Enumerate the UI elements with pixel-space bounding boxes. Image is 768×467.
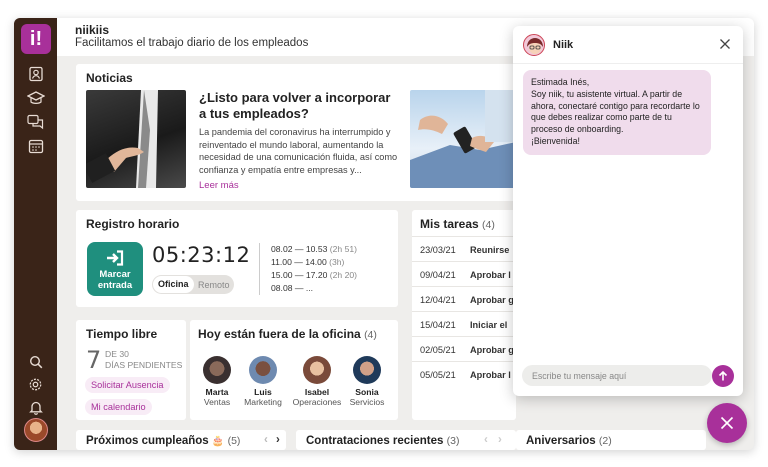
task-row[interactable]: 02/05/21 Aprobar g: [412, 336, 516, 361]
chat-message-input[interactable]: [522, 365, 712, 386]
gear-icon[interactable]: [26, 375, 45, 394]
login-arrow-icon: [106, 250, 124, 266]
task-row[interactable]: 15/04/21 Iniciar el: [412, 311, 516, 336]
my-tasks-header: Mis tareas (4): [420, 217, 495, 231]
news-headline[interactable]: ¿Listo para volver a incorporar a tus em…: [199, 90, 399, 122]
time-off-card: Tiempo libre 7 DE 30 DÍAS PENDIENTES Sol…: [76, 320, 186, 420]
task-row[interactable]: 09/04/21 Aprobar l: [412, 261, 516, 286]
out-of-office-header: Hoy están fuera de la oficina (4): [198, 327, 377, 341]
shift-entry: 08.02 — 10.53 (2h 51): [271, 244, 358, 254]
chevron-left-icon[interactable]: ‹: [484, 434, 488, 446]
bot-name: Niik: [553, 39, 574, 51]
person-card[interactable]: Luis Marketing: [236, 356, 290, 408]
shift-entry: 08.08 — ...: [271, 283, 314, 293]
time-off-title: Tiempo libre: [86, 327, 158, 341]
chevron-left-icon[interactable]: ‹: [264, 434, 268, 446]
mode-remote-option[interactable]: Remoto: [194, 280, 235, 290]
close-icon: [720, 416, 734, 430]
shift-entry: 15.00 — 17.20 (2h 20): [271, 270, 358, 280]
shift-list: 08.02 — 10.53 (2h 51) 11.00 — 14.00 (3h)…: [259, 243, 357, 295]
close-icon[interactable]: [717, 36, 733, 52]
request-leave-button[interactable]: Solicitar Ausencia: [85, 377, 170, 393]
chat-header: Niik: [513, 26, 743, 64]
news-image-phone[interactable]: [410, 90, 516, 188]
birthdays-card[interactable]: Próximos cumpleaños 🎂 (5) ‹ ›: [76, 430, 286, 450]
org-name: niikiis: [75, 23, 110, 37]
news-card: Noticias ¿Listo para volver a incorporar…: [76, 64, 516, 201]
search-icon[interactable]: [26, 352, 45, 371]
user-avatar[interactable]: [24, 418, 48, 442]
profile-icon[interactable]: [26, 64, 45, 83]
chat-toggle-button[interactable]: [707, 403, 747, 443]
work-mode-toggle[interactable]: Oficina Remoto: [152, 275, 234, 294]
news-image-handshake[interactable]: [86, 90, 186, 188]
elapsed-timer: 05:23:12: [152, 243, 251, 267]
shift-entry: 11.00 — 14.00 (3h): [271, 257, 345, 267]
my-tasks-card: Mis tareas (4) 23/03/21 Reunirse 09/04/21…: [412, 210, 516, 420]
person-photo: [203, 356, 231, 384]
sidebar: i!: [14, 18, 57, 450]
app-logo[interactable]: i!: [21, 24, 51, 54]
task-row[interactable]: 05/05/21 Aprobar l: [412, 361, 516, 386]
bot-message-bubble: Estimada Inés, Soy niik, tu asistente vi…: [523, 70, 711, 155]
cake-icon: 🎂: [211, 436, 225, 447]
task-row[interactable]: 12/04/21 Aprobar g: [412, 286, 516, 311]
person-photo: [353, 356, 381, 384]
recent-hires-card[interactable]: Contrataciones recientes (3) ‹ ›: [296, 430, 516, 450]
person-card[interactable]: Isabel Operaciones: [290, 356, 344, 408]
org-slogan: Facilitamos el trabajo diario de los emp…: [75, 37, 309, 49]
news-body: La pandemia del coronavirus ha interrump…: [199, 127, 398, 175]
arrow-up-icon: [718, 370, 728, 381]
chat-icon[interactable]: [26, 112, 45, 131]
bell-icon[interactable]: [26, 398, 45, 417]
my-calendar-button[interactable]: Mi calendario: [85, 399, 152, 415]
person-card[interactable]: Sonia Servicios: [340, 356, 394, 408]
person-photo: [303, 356, 331, 384]
person-photo: [249, 356, 277, 384]
days-left: 7: [86, 346, 102, 374]
task-row[interactable]: 23/03/21 Reunirse: [412, 236, 516, 261]
news-title: Noticias: [86, 71, 133, 85]
days-caption: DE 30 DÍAS PENDIENTES: [105, 349, 183, 370]
chevron-right-icon[interactable]: ›: [276, 434, 280, 446]
bot-avatar: [523, 34, 545, 56]
clock-in-button[interactable]: Marcar entrada: [87, 242, 143, 296]
send-button[interactable]: [712, 365, 734, 387]
calendar-icon[interactable]: [26, 136, 45, 155]
learning-icon[interactable]: [26, 88, 45, 107]
time-tracking-title: Registro horario: [86, 217, 180, 231]
mode-office-option[interactable]: Oficina: [153, 276, 194, 293]
read-more-link[interactable]: Leer más: [199, 180, 239, 191]
clock-in-label: Marcar entrada: [97, 269, 133, 291]
chat-panel: Niik Estimada Inés, Soy niik, tu asisten…: [513, 26, 743, 396]
anniversaries-card[interactable]: Aniversarios (2): [516, 430, 706, 450]
chevron-right-icon[interactable]: ›: [498, 434, 502, 446]
time-tracking-card: Registro horario Marcar entrada 05:23:12…: [76, 210, 398, 307]
out-of-office-card: Hoy están fuera de la oficina (4) Marta …: [190, 320, 398, 420]
